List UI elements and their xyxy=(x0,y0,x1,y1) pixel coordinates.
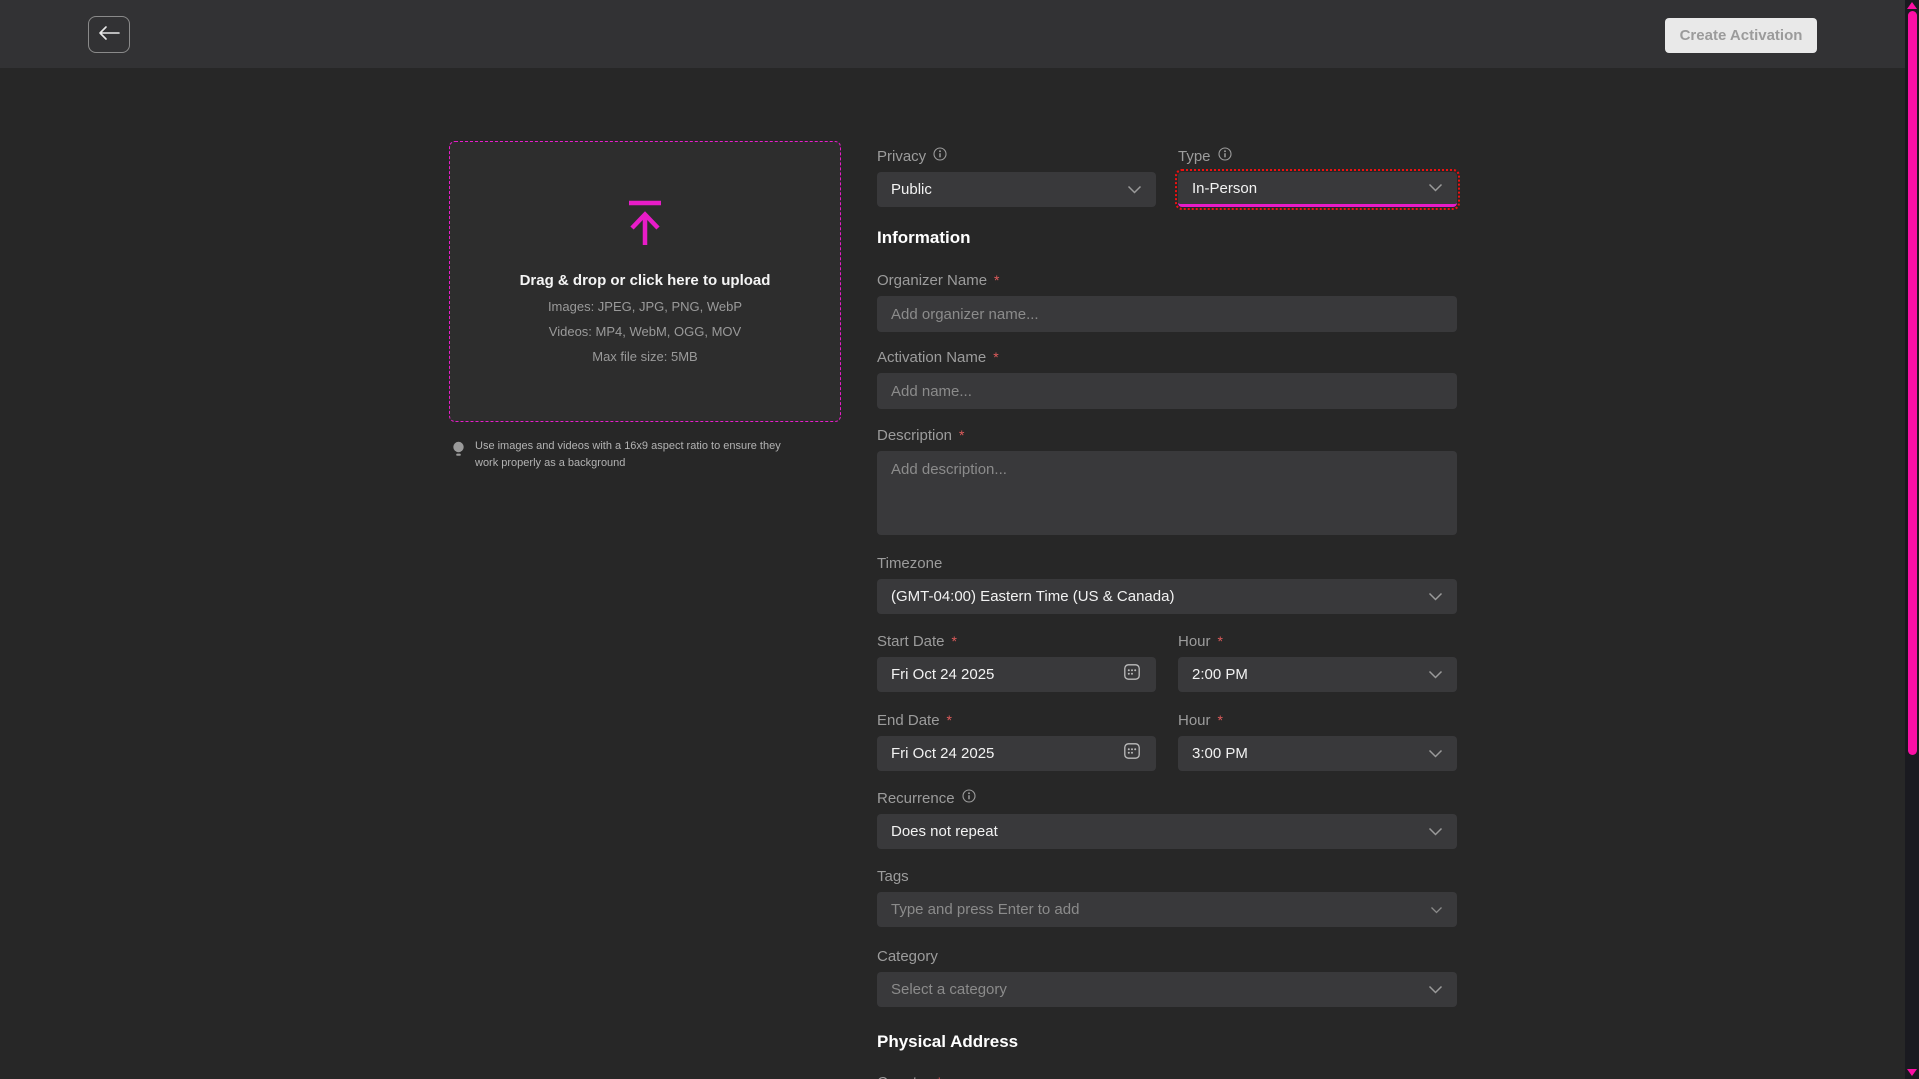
topbar: Create Activation xyxy=(0,0,1919,68)
recurrence-select[interactable]: Does not repeat xyxy=(877,814,1457,849)
end-date-picker[interactable]: Fri Oct 24 2025 xyxy=(877,736,1156,771)
recurrence-label: Recurrence xyxy=(877,789,1457,807)
timezone-label-text: Timezone xyxy=(877,555,942,572)
information-heading: Information xyxy=(877,228,1457,248)
back-button[interactable] xyxy=(88,16,130,53)
timezone-value: (GMT-04:00) Eastern Time (US & Canada) xyxy=(891,588,1418,605)
required-asterisk: * xyxy=(947,712,952,728)
start-date-label-text: Start Date xyxy=(877,633,945,650)
start-hour-value: 2:00 PM xyxy=(1192,666,1418,683)
required-asterisk: * xyxy=(994,272,999,288)
category-placeholder: Select a category xyxy=(891,981,1418,998)
privacy-select[interactable]: Public xyxy=(877,172,1156,207)
dropzone-max-size: Max file size: 5MB xyxy=(592,349,697,364)
privacy-label: Privacy xyxy=(877,147,1156,165)
chevron-down-icon xyxy=(1430,901,1443,919)
create-activation-button[interactable]: Create Activation xyxy=(1665,18,1817,53)
physical-address-heading: Physical Address xyxy=(877,1032,1457,1052)
category-select[interactable]: Select a category xyxy=(877,972,1457,1007)
type-select[interactable]: In-Person xyxy=(1178,172,1457,207)
chevron-down-icon xyxy=(1428,823,1443,841)
end-hour-select[interactable]: 3:00 PM xyxy=(1178,736,1457,771)
chevron-down-icon xyxy=(1428,745,1443,763)
start-date-label: Start Date * xyxy=(877,632,1156,650)
chevron-down-icon xyxy=(1428,666,1443,684)
type-label: Type xyxy=(1178,147,1457,165)
upload-arrow-icon xyxy=(622,199,668,254)
privacy-value: Public xyxy=(891,181,1117,198)
description-label-text: Description xyxy=(877,427,952,444)
end-date-label-text: End Date xyxy=(877,712,940,729)
start-date-value: Fri Oct 24 2025 xyxy=(891,666,1112,683)
info-icon xyxy=(962,789,976,807)
start-hour-label-text: Hour xyxy=(1178,633,1211,650)
scroll-up-arrow[interactable] xyxy=(1907,2,1917,9)
info-icon xyxy=(933,147,947,165)
upload-dropzone[interactable]: Drag & drop or click here to upload Imag… xyxy=(449,141,841,422)
category-label-text: Category xyxy=(877,948,938,965)
required-asterisk: * xyxy=(1218,633,1223,649)
vertical-scrollbar[interactable] xyxy=(1905,0,1919,1079)
required-asterisk: * xyxy=(993,349,998,365)
tags-input[interactable]: Type and press Enter to add xyxy=(877,892,1457,927)
activation-name-label: Activation Name * xyxy=(877,348,1457,366)
info-icon xyxy=(1218,147,1232,165)
end-date-value: Fri Oct 24 2025 xyxy=(891,745,1112,762)
activation-name-input[interactable] xyxy=(877,373,1457,409)
end-hour-label: Hour * xyxy=(1178,711,1457,729)
recurrence-value: Does not repeat xyxy=(891,823,1418,840)
chevron-down-icon xyxy=(1428,588,1443,606)
media-upload-section: Drag & drop or click here to upload Imag… xyxy=(449,141,841,472)
arrow-left-icon xyxy=(98,25,120,44)
organizer-name-label: Organizer Name * xyxy=(877,271,1457,289)
lightbulb-icon xyxy=(452,441,465,472)
timezone-select[interactable]: (GMT-04:00) Eastern Time (US & Canada) xyxy=(877,579,1457,614)
end-hour-label-text: Hour xyxy=(1178,712,1211,729)
dropzone-title: Drag & drop or click here to upload xyxy=(520,272,771,289)
calendar-icon xyxy=(1122,662,1142,687)
start-hour-label: Hour * xyxy=(1178,632,1457,650)
hint-text: Use images and videos with a 16x9 aspect… xyxy=(475,438,805,472)
tags-placeholder: Type and press Enter to add xyxy=(891,901,1420,918)
description-textarea[interactable] xyxy=(877,451,1457,535)
activation-name-label-text: Activation Name xyxy=(877,349,986,366)
activation-form: Privacy Public Type In-Person xyxy=(877,147,1457,1079)
type-label-text: Type xyxy=(1178,148,1211,165)
end-hour-value: 3:00 PM xyxy=(1192,745,1418,762)
organizer-name-input[interactable] xyxy=(877,296,1457,332)
required-asterisk: * xyxy=(959,427,964,443)
start-date-picker[interactable]: Fri Oct 24 2025 xyxy=(877,657,1156,692)
chevron-down-icon xyxy=(1428,179,1443,197)
country-label: Country * xyxy=(877,1073,1457,1079)
dropzone-images-formats: Images: JPEG, JPG, PNG, WebP xyxy=(548,299,742,314)
type-value: In-Person xyxy=(1192,180,1418,197)
country-label-text: Country xyxy=(877,1074,930,1079)
organizer-name-label-text: Organizer Name xyxy=(877,272,987,289)
required-asterisk: * xyxy=(952,633,957,649)
dropzone-videos-formats: Videos: MP4, WebM, OGG, MOV xyxy=(549,324,741,339)
scrollbar-thumb[interactable] xyxy=(1908,11,1917,755)
tags-label-text: Tags xyxy=(877,868,909,885)
chevron-down-icon xyxy=(1428,981,1443,999)
required-asterisk: * xyxy=(1218,712,1223,728)
timezone-label: Timezone xyxy=(877,554,1457,572)
description-label: Description * xyxy=(877,426,1457,444)
category-label: Category xyxy=(877,947,1457,965)
scroll-down-arrow[interactable] xyxy=(1907,1069,1917,1076)
start-hour-select[interactable]: 2:00 PM xyxy=(1178,657,1457,692)
calendar-icon xyxy=(1122,741,1142,766)
aspect-ratio-hint: Use images and videos with a 16x9 aspect… xyxy=(449,438,821,472)
tags-label: Tags xyxy=(877,867,1457,885)
end-date-label: End Date * xyxy=(877,711,1156,729)
required-asterisk: * xyxy=(937,1074,942,1079)
recurrence-label-text: Recurrence xyxy=(877,790,955,807)
chevron-down-icon xyxy=(1127,181,1142,199)
privacy-label-text: Privacy xyxy=(877,148,926,165)
